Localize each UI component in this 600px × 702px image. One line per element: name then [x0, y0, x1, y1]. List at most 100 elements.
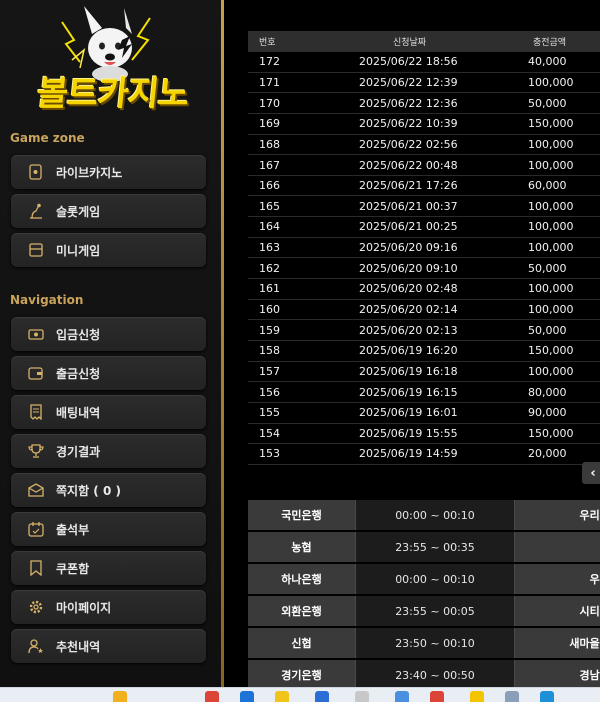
- app-icon[interactable]: [505, 691, 519, 702]
- cell-amount: 100,000: [499, 278, 600, 300]
- table-row: 165 2025/06/21 00:37 100,000: [248, 195, 600, 218]
- store-icon[interactable]: [315, 691, 329, 702]
- table-row: 170 2025/06/22 12:36 50,000: [248, 92, 600, 114]
- table-row: 160 2025/06/20 02:14 100,000: [248, 299, 600, 321]
- menu-messages[interactable]: 쪽지함 ( 0 ): [11, 473, 206, 507]
- bank-name: 경남은행: [515, 660, 600, 690]
- cell-date: 2025/06/19 15:55: [320, 423, 499, 445]
- table-row: 163 2025/06/20 09:16 100,000: [248, 237, 600, 259]
- table-row: 172 2025/06/22 18:56 40,000: [248, 52, 600, 73]
- bank-name: 농협: [248, 532, 355, 562]
- table-row: 158 2025/06/19 16:20 150,000: [248, 340, 600, 362]
- menu-slot-game[interactable]: 슬롯게임: [11, 194, 206, 228]
- bank-name: 우리은행: [515, 500, 600, 530]
- menu-label: 배팅내역: [56, 405, 101, 420]
- cell-number: 155: [248, 402, 320, 424]
- menu-deposit[interactable]: 입금신청: [11, 317, 206, 351]
- cell-date: 2025/06/20 02:13: [320, 319, 499, 341]
- table-row: 156 2025/06/19 16:15 80,000: [248, 381, 600, 403]
- coupon-icon: [28, 560, 44, 576]
- user-star-icon: [28, 638, 44, 654]
- menu-referrals[interactable]: 추천내역: [11, 629, 206, 663]
- mini-game-icon: [28, 242, 44, 258]
- menu-label: 마이페이지: [56, 600, 112, 615]
- slot-lever-icon: [28, 203, 44, 219]
- cell-date: 2025/06/20 09:10: [320, 257, 499, 280]
- cell-date: 2025/06/19 16:15: [320, 381, 499, 403]
- cell-date: 2025/06/22 00:48: [320, 154, 499, 176]
- cell-number: 157: [248, 361, 320, 383]
- menu-label: 쪽지함 ( 0 ): [56, 483, 121, 498]
- navigation-title: Navigation: [10, 293, 84, 307]
- cell-amount: 100,000: [499, 237, 600, 259]
- cell-number: 166: [248, 175, 320, 197]
- maintenance-time: 00:00 ~ 00:10: [355, 500, 515, 530]
- table-row: 167 2025/06/22 00:48 100,000: [248, 154, 600, 176]
- menu-label: 출금신청: [56, 366, 101, 381]
- cell-date: 2025/06/21 17:26: [320, 175, 499, 197]
- table-row: 157 2025/06/19 16:18 100,000: [248, 361, 600, 383]
- menu-withdraw[interactable]: 출금신청: [11, 356, 206, 390]
- prev-page-button[interactable]: ‹: [582, 462, 600, 484]
- bank-name: 시티은행: [515, 596, 600, 626]
- table-row: 164 2025/06/21 00:25 100,000: [248, 216, 600, 238]
- cell-date: 2025/06/20 02:14: [320, 299, 499, 321]
- card-icon: [28, 164, 44, 180]
- deposit-history-table: 번호 신청날짜 충전금액 172 2025/06/22 18:56 40,000 17…: [248, 31, 600, 465]
- chrome-icon[interactable]: [430, 691, 444, 702]
- menu-attendance[interactable]: 출석부: [11, 512, 206, 546]
- cell-amount: 150,000: [499, 113, 600, 135]
- cell-date: 2025/06/19 16:18: [320, 361, 499, 383]
- menu-label: 입금신청: [56, 327, 101, 342]
- bank-name: 우체국: [515, 564, 600, 594]
- chrome-icon[interactable]: [205, 691, 219, 702]
- app-icon[interactable]: [395, 691, 409, 702]
- bank-name: 경기은행: [248, 660, 355, 690]
- gear-icon: [28, 599, 44, 615]
- sidebar: 볼트카지노 Game zone 라이브카지노 슬롯게임 미니게임 Navigat…: [0, 0, 221, 687]
- cell-date: 2025/06/21 00:37: [320, 195, 499, 218]
- cell-amount: 100,000: [499, 72, 600, 94]
- menu-coupons[interactable]: 쿠폰함: [11, 551, 206, 585]
- logo-text: 볼트카지노: [34, 74, 191, 114]
- app-icon[interactable]: [355, 691, 369, 702]
- folder-icon[interactable]: [275, 691, 289, 702]
- cell-date: 2025/06/21 00:25: [320, 216, 499, 238]
- cell-date: 2025/06/20 09:16: [320, 237, 499, 259]
- table-header-row: 번호 신청날짜 충전금액: [248, 31, 600, 52]
- cell-number: 163: [248, 237, 320, 259]
- bank-name: 신협: [248, 628, 355, 658]
- cell-number: 167: [248, 154, 320, 176]
- weather-icon[interactable]: [113, 691, 127, 702]
- cell-number: 170: [248, 92, 320, 114]
- bank-row: 농협23:55 ~ 00:35축협: [248, 532, 600, 562]
- app-icon[interactable]: [470, 691, 484, 702]
- cell-number: 169: [248, 113, 320, 135]
- cell-number: 158: [248, 340, 320, 362]
- menu-betting-history[interactable]: 배팅내역: [11, 395, 206, 429]
- cell-amount: 60,000: [499, 175, 600, 197]
- menu-live-casino[interactable]: 라이브카지노: [11, 155, 206, 189]
- app-icon[interactable]: [540, 691, 554, 702]
- menu-mini-game[interactable]: 미니게임: [11, 233, 206, 267]
- main-content: 번호 신청날짜 충전금액 172 2025/06/22 18:56 40,000 17…: [224, 0, 600, 690]
- table-row: 171 2025/06/22 12:39 100,000: [248, 72, 600, 94]
- taskbar: [0, 687, 600, 702]
- menu-label: 경기결과: [56, 444, 101, 459]
- cell-amount: 100,000: [499, 154, 600, 176]
- maintenance-time: 23:55 ~ 00:35: [355, 532, 515, 562]
- cell-amount: 150,000: [499, 340, 600, 362]
- cell-date: 2025/06/22 18:56: [320, 52, 499, 73]
- menu-my-page[interactable]: 마이페이지: [11, 590, 206, 624]
- cell-number: 164: [248, 216, 320, 238]
- table-row: 155 2025/06/19 16:01 90,000: [248, 402, 600, 424]
- edge-icon[interactable]: [240, 691, 254, 702]
- menu-match-results[interactable]: 경기결과: [11, 434, 206, 468]
- cell-date: 2025/06/19 16:01: [320, 402, 499, 424]
- table-row: 153 2025/06/19 14:59 20,000: [248, 443, 600, 465]
- table-row: 159 2025/06/20 02:13 50,000: [248, 319, 600, 341]
- calendar-icon: [28, 521, 44, 537]
- logo[interactable]: 볼트카지노: [0, 0, 221, 120]
- table-row: 161 2025/06/20 02:48 100,000: [248, 278, 600, 300]
- cell-number: 161: [248, 278, 320, 300]
